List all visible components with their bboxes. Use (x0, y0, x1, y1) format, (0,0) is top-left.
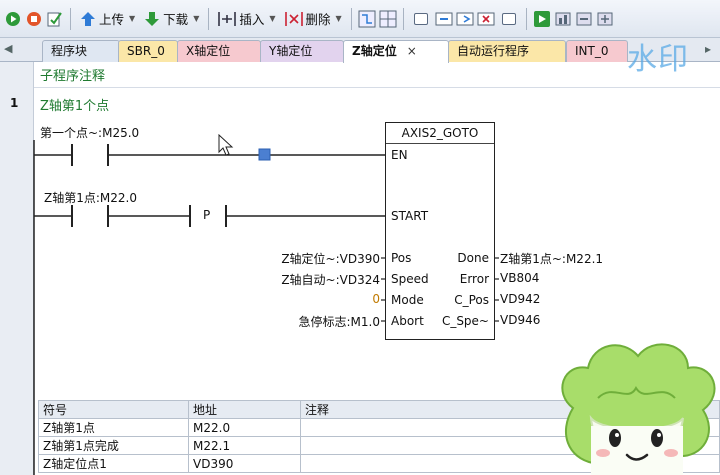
rung-gutter (0, 62, 34, 475)
insert-dropdown-icon[interactable]: ▼ (269, 14, 275, 23)
pin-mode: Mode (391, 293, 424, 307)
insert-rung-icon (218, 11, 237, 26)
rung-comment[interactable]: Z轴第1个点 (40, 95, 109, 114)
insert-label: 插入 (239, 12, 265, 27)
delete-button[interactable]: 删除 ▼ (282, 6, 345, 32)
operand-done[interactable]: Z轴第1点~:M22.1 (500, 250, 603, 267)
toolbar-separator (350, 7, 352, 30)
delete-dropdown-icon[interactable]: ▼ (336, 14, 342, 23)
watermark-text: 水印 (627, 42, 689, 77)
pin-done: Done (457, 251, 489, 265)
stop-icon[interactable] (25, 10, 43, 28)
contact-z-axis-point-1-label[interactable]: Z轴第1点:M22.0 (44, 189, 137, 206)
toolbar-separator (70, 7, 71, 30)
operand-c-pos[interactable]: VD942 (500, 292, 540, 306)
tab-sbr-0[interactable]: SBR_0 (118, 40, 178, 62)
tab-program-block[interactable]: 程序块 (42, 40, 120, 62)
download-arrow-icon (145, 11, 160, 26)
operand-pos[interactable]: Z轴定位~:VD390 (281, 250, 380, 267)
cell-address[interactable]: M22.0 (188, 418, 301, 437)
pin-en: EN (391, 148, 408, 162)
tab-label: Z轴定位 (352, 44, 397, 58)
pin-abort: Abort (391, 314, 424, 328)
operand-mode[interactable]: 0 (372, 292, 380, 306)
delete-label: 删除 (305, 12, 331, 27)
download-label: 下载 (163, 12, 189, 27)
download-dropdown-icon[interactable]: ▼ (193, 14, 199, 23)
tab-label: 自动运行程序 (457, 44, 530, 58)
network-icon[interactable] (358, 10, 376, 28)
wire-selection-handle[interactable] (258, 148, 271, 161)
subroutine-comment[interactable]: 子程序注释 (34, 66, 720, 88)
pin-pos: Pos (391, 251, 412, 265)
pin-start: START (391, 209, 429, 223)
pin-c-speed: C_Spe~ (441, 314, 489, 328)
tab-y-axis-position[interactable]: Y轴定位 (260, 40, 344, 62)
operand-abort[interactable]: 急停标志:M1.0 (299, 313, 380, 330)
mouse-cursor-icon (218, 134, 234, 156)
run-icon[interactable] (4, 10, 22, 28)
box-icon[interactable] (456, 10, 474, 28)
header-address[interactable]: 地址 (188, 400, 301, 419)
operand-speed[interactable]: Z轴自动~:VD324 (281, 271, 380, 288)
tab-scroll-left-icon[interactable]: ◀ (4, 42, 12, 55)
grid-icon[interactable] (379, 10, 397, 28)
cell-symbol[interactable]: Z轴第1点 (38, 418, 189, 437)
cell-address[interactable]: M22.1 (188, 436, 301, 455)
clear-icon[interactable] (477, 10, 495, 28)
pin-speed: Speed (391, 272, 429, 286)
status-chart-icon[interactable] (554, 10, 572, 28)
pin-c-pos: C_Pos (454, 293, 489, 307)
pin-error: Error (459, 272, 489, 286)
download-button[interactable]: 下载 ▼ (141, 6, 202, 32)
tab-x-axis-position[interactable]: X轴定位 (177, 40, 261, 62)
toolbar-separator (525, 7, 527, 30)
tab-bar: ◀ 程序块 SBR_0 X轴定位 Y轴定位 Z轴定位 × 自动运行程序 INT_0… (0, 38, 720, 63)
operand-error[interactable]: VB804 (500, 271, 539, 285)
insert-button[interactable]: 插入 ▼ (215, 6, 278, 32)
function-block-title-divider (386, 143, 494, 144)
operand-c-speed[interactable]: VD946 (500, 313, 540, 327)
tab-label: 程序块 (51, 44, 88, 58)
cabbage-mascot-icon (561, 343, 716, 475)
contact-first-point[interactable] (34, 144, 109, 166)
axis-goto-function-block[interactable]: AXIS2_GOTO EN START Pos Speed Mode Abort… (385, 122, 495, 340)
toolbar-separator (402, 7, 404, 30)
tab-label: Y轴定位 (269, 44, 313, 58)
tab-scroll-right-icon[interactable]: ▸ (705, 42, 711, 56)
edge-label: P (203, 208, 211, 222)
tab-z-axis-position[interactable]: Z轴定位 × (343, 40, 449, 63)
contact-first-point-label[interactable]: 第一个点~:M25.0 (40, 124, 139, 141)
cell-symbol[interactable]: Z轴定位点1 (38, 454, 189, 473)
cell-address[interactable]: VD390 (188, 454, 301, 473)
tab-label: INT_0 (575, 44, 609, 58)
function-block-title: AXIS2_GOTO (401, 126, 479, 140)
contact-z-axis-point-1[interactable] (34, 205, 109, 227)
toolbar-separator (208, 7, 210, 30)
tool-icon[interactable] (575, 10, 593, 28)
upload-label: 上传 (99, 12, 125, 27)
contact-icon[interactable] (413, 12, 428, 25)
rung-number: 1 (10, 96, 19, 110)
header-symbol[interactable]: 符号 (38, 400, 189, 419)
toolbar: 上传 ▼ 下载 ▼ 插入 ▼ 删除 ▼ (0, 0, 720, 38)
compile-icon[interactable] (46, 10, 64, 28)
upload-button[interactable]: 上传 ▼ (77, 6, 138, 32)
delete-rung-icon (284, 11, 303, 26)
cell-symbol[interactable]: Z轴第1点完成 (38, 436, 189, 455)
tab-auto-run-program[interactable]: 自动运行程序 (448, 40, 566, 62)
monitor-icon[interactable] (533, 10, 551, 28)
tab-int-0[interactable]: INT_0 (566, 40, 628, 62)
more-tools-icon[interactable] (596, 10, 614, 28)
upload-dropdown-icon[interactable]: ▼ (129, 14, 135, 23)
tab-label: X轴定位 (186, 44, 231, 58)
coil-icon[interactable] (435, 10, 453, 28)
tab-label: SBR_0 (127, 44, 165, 58)
tab-close-icon[interactable]: × (407, 44, 417, 58)
line-icon[interactable] (501, 12, 516, 25)
upload-arrow-icon (81, 11, 95, 26)
